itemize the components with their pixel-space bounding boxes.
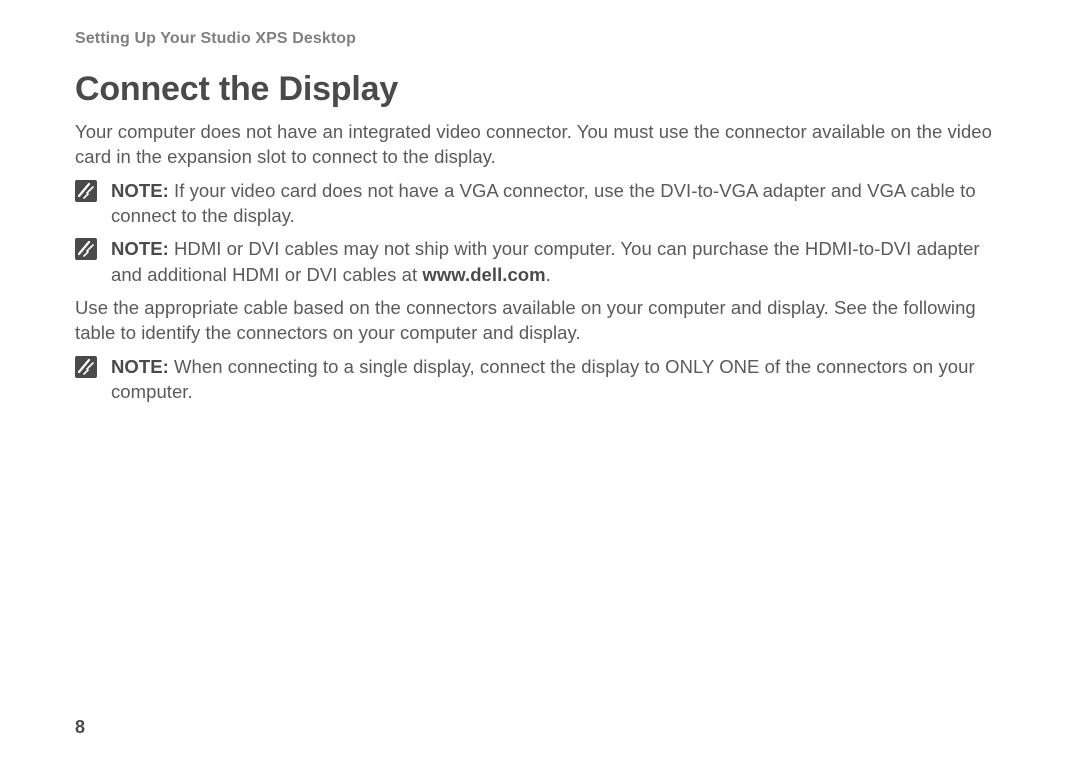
mid-paragraph: Use the appropriate cable based on the c… (75, 295, 1005, 346)
page-number: 8 (75, 717, 85, 738)
intro-paragraph: Your computer does not have an integrate… (75, 119, 1005, 170)
running-head: Setting Up Your Studio XPS Desktop (75, 30, 1005, 48)
note-block: NOTE: If your video card does not have a… (75, 178, 1005, 229)
note-icon (75, 356, 97, 378)
page-heading: Connect the Display (75, 70, 1005, 109)
note-text: NOTE: HDMI or DVI cables may not ship wi… (111, 236, 1005, 287)
note-icon (75, 238, 97, 260)
note-link: www.dell.com (422, 264, 545, 285)
note-label: NOTE: (111, 180, 169, 201)
note-text: NOTE: If your video card does not have a… (111, 178, 1005, 229)
note-label: NOTE: (111, 356, 169, 377)
note-block: NOTE: When connecting to a single displa… (75, 354, 1005, 405)
note-label: NOTE: (111, 238, 169, 259)
note-block: NOTE: HDMI or DVI cables may not ship wi… (75, 236, 1005, 287)
document-page: Setting Up Your Studio XPS Desktop Conne… (0, 0, 1080, 442)
note-body: If your video card does not have a VGA c… (111, 180, 976, 226)
note-icon (75, 180, 97, 202)
note-body-after: . (546, 264, 551, 285)
note-body: When connecting to a single display, con… (111, 356, 975, 402)
note-text: NOTE: When connecting to a single displa… (111, 354, 1005, 405)
